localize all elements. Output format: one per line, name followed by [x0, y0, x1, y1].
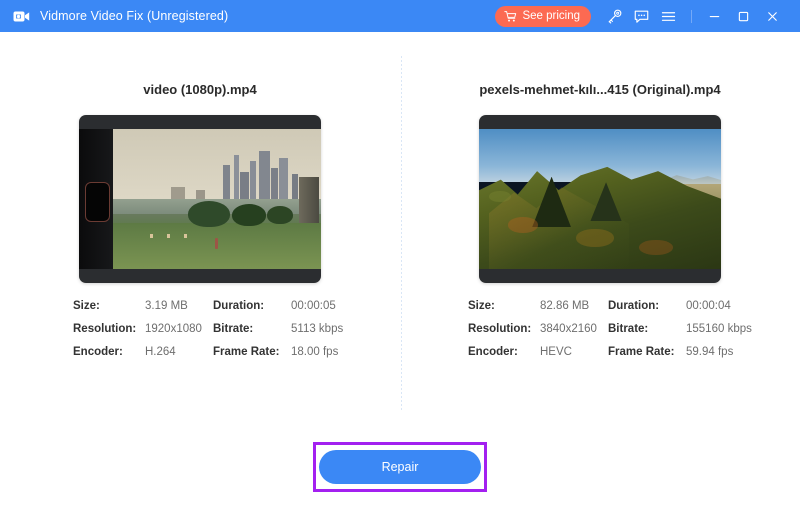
minimize-icon[interactable]	[700, 0, 729, 32]
resolution-value: 1920x1080	[145, 323, 213, 335]
speech-bubble-icon[interactable]	[628, 0, 655, 32]
sample-video-panel: pexels-mehmet-kılı...415 (Original).mp4 …	[400, 32, 800, 412]
size-value: 82.86 MB	[540, 300, 608, 312]
source-video-metadata: Size: 3.19 MB Duration: 00:00:05 Resolut…	[0, 300, 400, 358]
bitrate-label: Bitrate:	[608, 323, 686, 335]
see-pricing-button[interactable]: See pricing	[495, 6, 591, 27]
shopping-cart-icon	[504, 10, 517, 23]
size-value: 3.19 MB	[145, 300, 213, 312]
titlebar-actions: See pricing	[495, 0, 800, 32]
hamburger-menu-icon[interactable]	[655, 0, 682, 32]
duration-value: 00:00:05	[291, 300, 400, 312]
bitrate-label: Bitrate:	[213, 323, 291, 335]
app-logo-icon	[12, 7, 31, 26]
window-title: Vidmore Video Fix (Unregistered)	[40, 9, 228, 23]
close-icon[interactable]	[758, 0, 787, 32]
resolution-label: Resolution:	[468, 323, 540, 335]
size-label: Size:	[468, 300, 540, 312]
duration-value: 00:00:04	[686, 300, 800, 312]
resolution-value: 3840x2160	[540, 323, 608, 335]
repair-button[interactable]: Repair	[319, 450, 481, 484]
source-video-panel: video (1080p).mp4	[0, 32, 400, 412]
duration-label: Duration:	[213, 300, 291, 312]
sample-video-thumbnail[interactable]	[479, 115, 721, 283]
encoder-label: Encoder:	[468, 346, 540, 358]
duration-label: Duration:	[608, 300, 686, 312]
source-video-title: video (1080p).mp4	[0, 82, 400, 97]
framerate-label: Frame Rate:	[608, 346, 686, 358]
sample-video-title: pexels-mehmet-kılı...415 (Original).mp4	[400, 82, 800, 97]
sample-video-metadata: Size: 82.86 MB Duration: 00:00:04 Resolu…	[400, 300, 800, 358]
size-label: Size:	[73, 300, 145, 312]
framerate-value: 18.00 fps	[291, 346, 400, 358]
bitrate-value: 5113 kbps	[291, 323, 400, 335]
video-corruption-artifact	[85, 182, 110, 222]
corrupted-city-skyline-frame	[79, 129, 321, 269]
see-pricing-label: See pricing	[522, 10, 580, 22]
titlebar-divider	[691, 10, 692, 23]
title-bar: Vidmore Video Fix (Unregistered) See pri…	[0, 0, 800, 32]
bitrate-value: 155160 kbps	[686, 323, 800, 335]
encoder-value: HEVC	[540, 346, 608, 358]
key-icon[interactable]	[601, 0, 628, 32]
encoder-value: H.264	[145, 346, 213, 358]
autumn-mountain-frame	[479, 129, 721, 269]
resolution-label: Resolution:	[73, 323, 145, 335]
framerate-value: 59.94 fps	[686, 346, 800, 358]
source-video-thumbnail[interactable]	[79, 115, 321, 283]
framerate-label: Frame Rate:	[213, 346, 291, 358]
maximize-icon[interactable]	[729, 0, 758, 32]
encoder-label: Encoder:	[73, 346, 145, 358]
main-content: video (1080p).mp4	[0, 32, 800, 518]
